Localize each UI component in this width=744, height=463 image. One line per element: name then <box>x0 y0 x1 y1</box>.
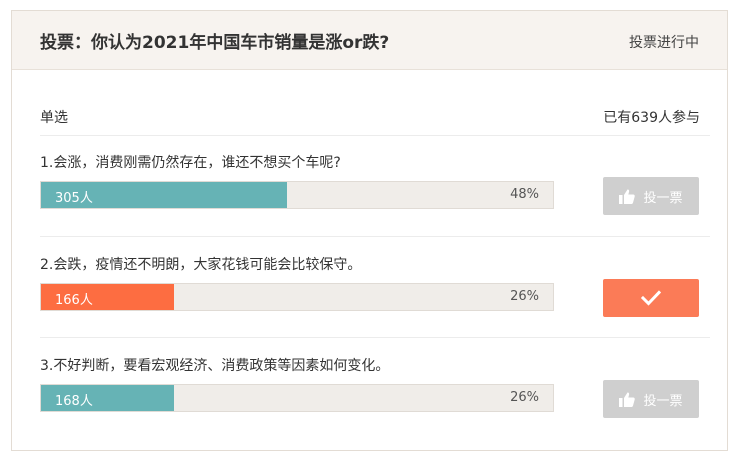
result-bar: 305人 48% <box>40 181 554 209</box>
result-bar: 168人 26% <box>40 384 554 412</box>
divider <box>40 236 710 237</box>
vote-percent: 26% <box>510 390 539 405</box>
vote-percent: 48% <box>510 187 539 202</box>
thumbs-up-icon <box>619 189 636 204</box>
option-text: 3.不好判断，要看宏观经济、消费政策等因素如何变化。 <box>40 358 390 374</box>
checkmark-icon <box>641 290 661 306</box>
divider <box>40 135 710 136</box>
poll-option-3: 3.不好判断，要看宏观经济、消费政策等因素如何变化。 168人 26% 投一票 <box>40 355 710 435</box>
poll-option-1: 1.会涨，消费刚需仍然存在，谁还不想买个车呢? 305人 48% 投一票 <box>40 152 710 232</box>
vote-button-2[interactable] <box>603 279 699 317</box>
poll-title: 投票：你认为2021年中国车市销量是涨or跌? <box>40 33 390 53</box>
vote-button-label: 投一票 <box>643 393 683 409</box>
participant-count: 已有639人参与 <box>603 110 700 126</box>
selection-mode: 单选 <box>40 110 68 126</box>
vote-percent: 26% <box>510 289 539 304</box>
divider <box>40 337 710 338</box>
thumbs-up-icon <box>619 392 636 407</box>
vote-button-label: 投一票 <box>643 190 683 206</box>
poll-option-2: 2.会跌，疫情还不明朗，大家花钱可能会比较保守。 166人 26% <box>40 254 710 334</box>
vote-button-3[interactable]: 投一票 <box>603 380 699 418</box>
vote-count: 305人 <box>55 191 93 206</box>
poll-meta: 单选 已有639人参与 <box>40 107 700 129</box>
option-text: 1.会涨，消费刚需仍然存在，谁还不想买个车呢? <box>40 155 341 171</box>
vote-count: 166人 <box>55 293 93 308</box>
result-bar: 166人 26% <box>40 283 554 311</box>
vote-button-1[interactable]: 投一票 <box>603 177 699 215</box>
option-text: 2.会跌，疫情还不明朗，大家花钱可能会比较保守。 <box>40 257 362 273</box>
vote-count: 168人 <box>55 394 93 409</box>
poll-header: 投票：你认为2021年中国车市销量是涨or跌? 投票进行中 <box>12 11 727 70</box>
poll-status: 投票进行中 <box>629 35 699 51</box>
poll-card: 投票：你认为2021年中国车市销量是涨or跌? 投票进行中 单选 已有639人参… <box>11 10 728 451</box>
